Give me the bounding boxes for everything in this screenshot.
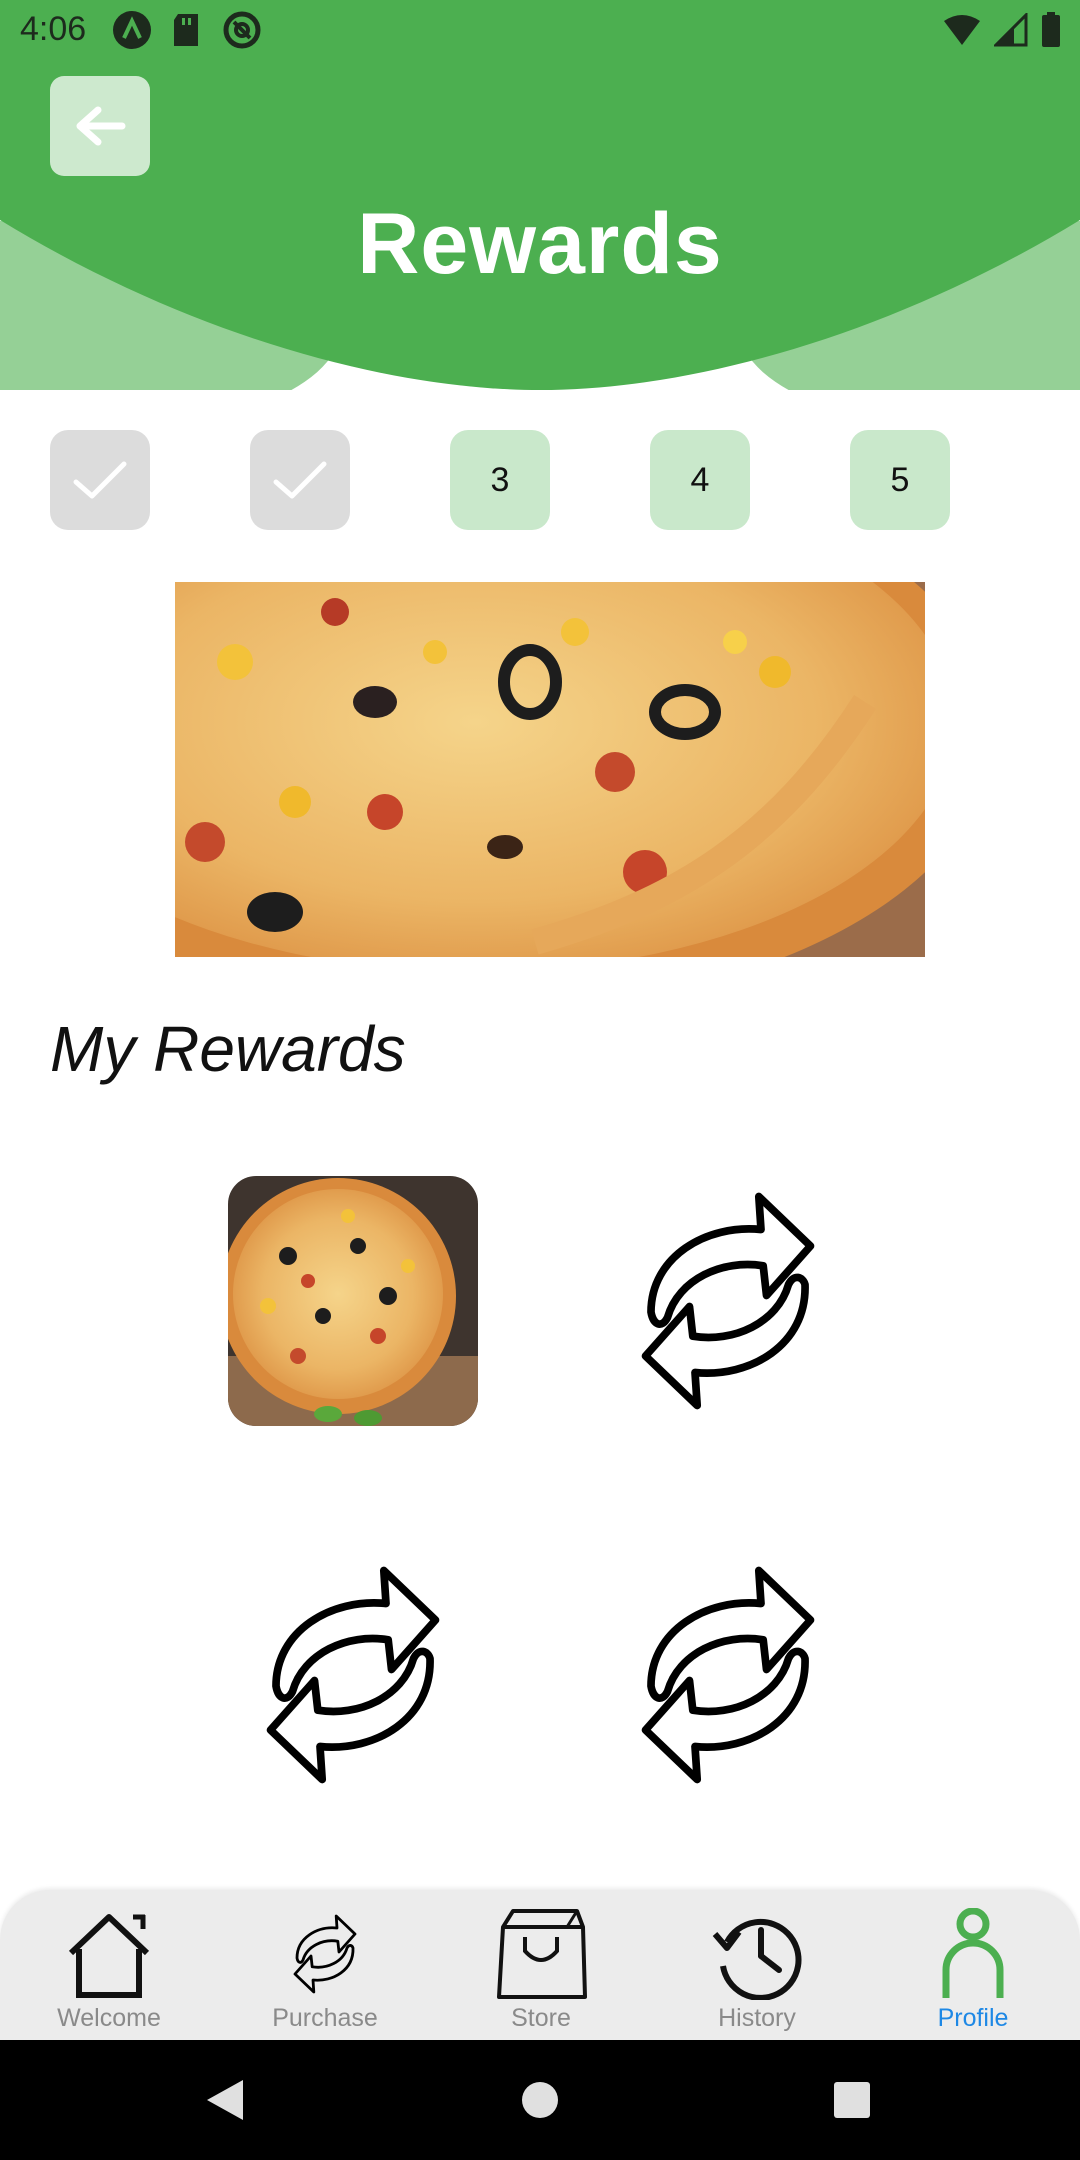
sd-card-icon (174, 14, 198, 46)
nav-label-welcome: Welcome (57, 2004, 161, 2032)
back-button[interactable] (50, 76, 150, 176)
header: 4:06 Rewards (0, 0, 1080, 390)
home-circle-icon (522, 2082, 558, 2118)
nav-label-purchase: Purchase (272, 2004, 378, 2032)
cell-signal-icon (994, 13, 1028, 47)
pizza-photo (175, 582, 925, 957)
system-back-button[interactable] (165, 2040, 285, 2160)
reward-placeholder-tile[interactable] (603, 1176, 853, 1426)
reward-placeholder-tile[interactable] (228, 1550, 478, 1800)
my-rewards-title: My Rewards (50, 1013, 406, 1085)
nav-item-welcome[interactable]: Welcome (1, 1890, 217, 2040)
recents-square-icon (834, 2082, 870, 2118)
step-2-completed (250, 430, 350, 530)
app-a-icon (113, 11, 151, 49)
reward-progress-steps: 3 4 5 (50, 430, 1050, 532)
reward-placeholder-tile[interactable] (603, 1550, 853, 1800)
pizza-photo (228, 1176, 478, 1426)
step-5: 5 (850, 430, 950, 530)
arrow-left-icon (76, 106, 126, 146)
step-4: 4 (650, 430, 750, 530)
refresh-arrows-icon (243, 1550, 463, 1800)
shopping-bag-icon (497, 1909, 587, 1999)
checkmark-icon (73, 461, 127, 499)
nav-item-history[interactable]: History (649, 1890, 865, 2040)
nav-item-purchase[interactable]: Purchase (217, 1890, 433, 2040)
status-time: 4:06 (20, 10, 87, 48)
page-title: Rewards (357, 196, 723, 292)
nav-item-store[interactable]: Store (433, 1890, 649, 2040)
nav-item-profile[interactable]: Profile (865, 1890, 1080, 2040)
refresh-arrows-icon (618, 1550, 838, 1800)
nav-label-history: History (718, 2004, 796, 2032)
history-icon (712, 1918, 802, 2000)
hero-pizza-image (175, 582, 925, 957)
battery-icon (1042, 12, 1060, 47)
back-triangle-icon (207, 2080, 243, 2120)
status-bar: 4:06 (0, 0, 1080, 60)
home-icon (68, 1914, 150, 1998)
at-sign-icon (223, 11, 261, 49)
bottom-navigation: Welcome Purchase Store History Profile (0, 1890, 1080, 2040)
nav-label-store: Store (511, 2004, 571, 2032)
refresh-icon (293, 1914, 357, 1994)
system-navigation-bar (0, 2040, 1080, 2160)
step-3: 3 (450, 430, 550, 530)
person-icon (942, 1908, 1004, 1998)
wifi-icon (944, 15, 980, 45)
reward-pizza-tile[interactable] (228, 1176, 478, 1426)
nav-label-profile: Profile (937, 2004, 1009, 2032)
system-home-button[interactable] (480, 2040, 600, 2160)
system-recents-button[interactable] (792, 2040, 912, 2160)
checkmark-icon (273, 461, 327, 499)
step-1-completed (50, 430, 150, 530)
refresh-arrows-icon (618, 1176, 838, 1426)
